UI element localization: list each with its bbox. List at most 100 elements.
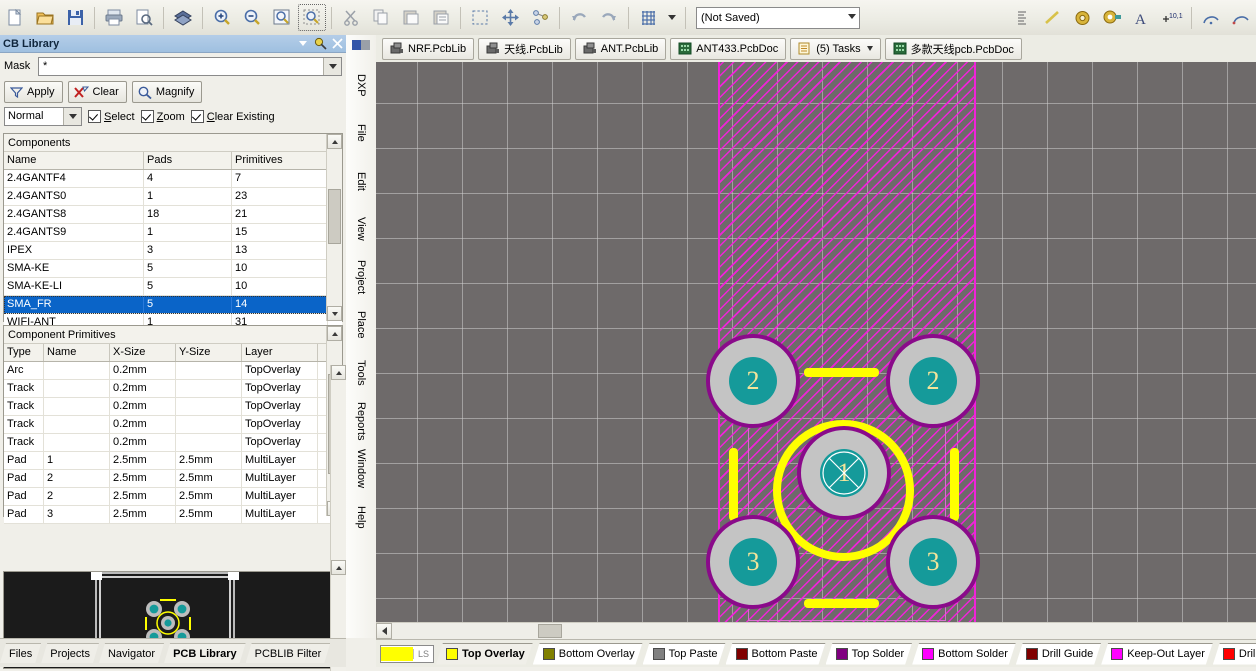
chevron-down-icon[interactable] [295,36,311,51]
table-row[interactable]: Track 0.2mm TopOverlay [4,434,342,452]
document-selector[interactable]: (Not Saved) [696,6,860,29]
menu-item-window[interactable]: Window [346,445,376,493]
move-icon[interactable] [496,4,524,31]
layer-tab-bottom-solder[interactable]: Bottom Solder [912,643,1016,665]
scroll-down-button[interactable] [327,306,342,321]
pad-1-center[interactable]: 1 [797,426,891,520]
scroll-up-button[interactable] [327,134,342,149]
checkbox-box[interactable] [190,110,204,123]
zoom-area-icon[interactable] [268,4,296,31]
paste-icon[interactable] [397,4,425,31]
menu-item-edit[interactable]: Edit [346,157,376,205]
column-header-layer[interactable]: Layer [242,344,318,361]
print-preview-icon[interactable] [130,4,158,31]
menu-item-dxp[interactable]: DXP [346,61,376,109]
column-header-type[interactable]: Type [4,344,44,361]
paste-special-icon[interactable] [427,4,455,31]
scroll-left-button[interactable] [376,623,392,639]
panel-tab-pcblib-filter[interactable]: PCBLIB Filter [246,643,331,663]
table-row[interactable]: Pad 2 2.5mm 2.5mm MultiLayer [4,488,342,506]
table-row[interactable]: 2.4GANTS9 1 15 [4,224,342,242]
zoom-checkbox[interactable]: Zoom [140,110,185,123]
layer-stack-icon[interactable] [169,4,197,31]
ruler-icon[interactable] [1008,4,1036,31]
table-row[interactable]: Track 0.2mm TopOverlay [4,398,342,416]
panel-tab-projects[interactable]: Projects [41,643,99,663]
document-tab-ant-pcblib[interactable]: ANT.PcbLib [574,37,667,60]
print-icon[interactable] [100,4,128,31]
column-header-name[interactable]: Name [44,344,110,361]
pad-icon[interactable] [1068,4,1096,31]
column-header-pads[interactable]: Pads [144,152,232,169]
grid-icon[interactable] [634,4,662,31]
select-mode-dropdown[interactable]: Normal [4,107,82,126]
pad-3-bottom-right[interactable]: 3 [886,515,980,609]
scrollbar-thumb[interactable] [538,624,562,638]
table-row[interactable]: SMA-KE 5 10 [4,260,342,278]
arc-edge-icon[interactable] [1227,4,1255,31]
open-folder-icon[interactable] [31,4,59,31]
select-checkbox[interactable]: SSelectelect [88,110,135,123]
column-header-primitives[interactable]: Primitives [232,152,328,169]
string-icon[interactable]: A [1128,4,1156,31]
copy-icon[interactable] [367,4,395,31]
menu-item-tools[interactable]: Tools [346,349,376,397]
scroll-up-button[interactable] [327,326,342,341]
document-tab-tasks[interactable]: (5) Tasks [790,37,881,60]
layer-tab-drill-guide[interactable]: Drill Guide [1016,643,1101,665]
layer-tab-keep-out-layer[interactable]: Keep-Out Layer [1101,643,1213,665]
table-row[interactable]: Arc 0.2mm TopOverlay [4,362,342,380]
save-icon[interactable] [61,4,89,31]
column-header-xsize[interactable]: X-Size [110,344,176,361]
document-tab-ant433-pcbdoc[interactable]: ANT433.PcbDoc [670,37,787,60]
column-header-name[interactable]: Name [4,152,144,169]
panel-scroll-mid-button[interactable] [331,560,346,575]
menu-item-view[interactable]: View [346,205,376,253]
table-row[interactable]: Pad 3 2.5mm 2.5mm MultiLayer [4,506,342,524]
document-tab-duokuan-tianxian-pcbdoc[interactable]: 多款天线pcb.PcbDoc [884,37,1022,60]
pcb-canvas[interactable]: 2 2 3 3 1 [376,62,1256,622]
select-mode-dropdown-button[interactable] [63,108,81,125]
panel-tab-navigator[interactable]: Navigator [99,643,164,663]
table-row[interactable]: IPEX 3 13 [4,242,342,260]
column-header-ysize[interactable]: Y-Size [176,344,242,361]
undo-icon[interactable] [565,4,593,31]
magnify-button[interactable]: Magnify [131,81,203,103]
table-row[interactable]: Pad 2 2.5mm 2.5mm MultiLayer [4,470,342,488]
components-scrollbar[interactable] [326,134,342,321]
table-row[interactable]: 2.4GANTS0 1 23 [4,188,342,206]
layer-tab-bottom-overlay[interactable]: Bottom Overlay [533,643,643,665]
zoom-out-icon[interactable] [238,4,266,31]
panel-tab-pcb-library[interactable]: PCB Library [164,643,246,663]
menu-item-place[interactable]: Place [346,301,376,349]
pad-3-bottom-left[interactable]: 3 [706,515,800,609]
layer-tab-drill-drawing[interactable]: Drill Drawing [1213,643,1256,665]
zoom-selected-icon[interactable] [298,4,326,31]
via-icon[interactable] [1098,4,1126,31]
mask-dropdown-button[interactable] [323,57,341,75]
align-icon[interactable] [526,4,554,31]
menu-item-file[interactable]: File [346,109,376,157]
coordinate-icon[interactable]: 10,10 [1158,4,1186,31]
clear-button[interactable]: Clear [67,81,127,103]
panel-tab-files[interactable]: Files [0,643,41,663]
close-icon[interactable] [329,36,345,51]
table-row[interactable]: Track 0.2mm TopOverlay [4,380,342,398]
select-area-icon[interactable] [466,4,494,31]
cut-icon[interactable] [337,4,365,31]
zoom-in-icon[interactable] [208,4,236,31]
new-document-icon[interactable] [1,4,29,31]
table-row[interactable]: Pad 1 2.5mm 2.5mm MultiLayer [4,452,342,470]
line-icon[interactable] [1038,4,1066,31]
mask-input[interactable]: * [38,56,342,76]
apply-button[interactable]: Apply [4,81,63,103]
document-tab-tianxian-pcblib[interactable]: 天线.PcbLib [478,37,571,60]
layer-tab-top-overlay[interactable]: Top Overlay [436,643,533,665]
chevron-down-icon[interactable] [866,46,873,51]
table-row[interactable]: SMA-KE-LI 5 10 [4,278,342,296]
table-row[interactable]: 2.4GANTS8 18 21 [4,206,342,224]
table-row[interactable]: Track 0.2mm TopOverlay [4,416,342,434]
checkbox-box[interactable] [88,110,101,123]
canvas-horizontal-scrollbar[interactable] [376,622,1256,640]
menu-item-help[interactable]: Help [346,493,376,541]
